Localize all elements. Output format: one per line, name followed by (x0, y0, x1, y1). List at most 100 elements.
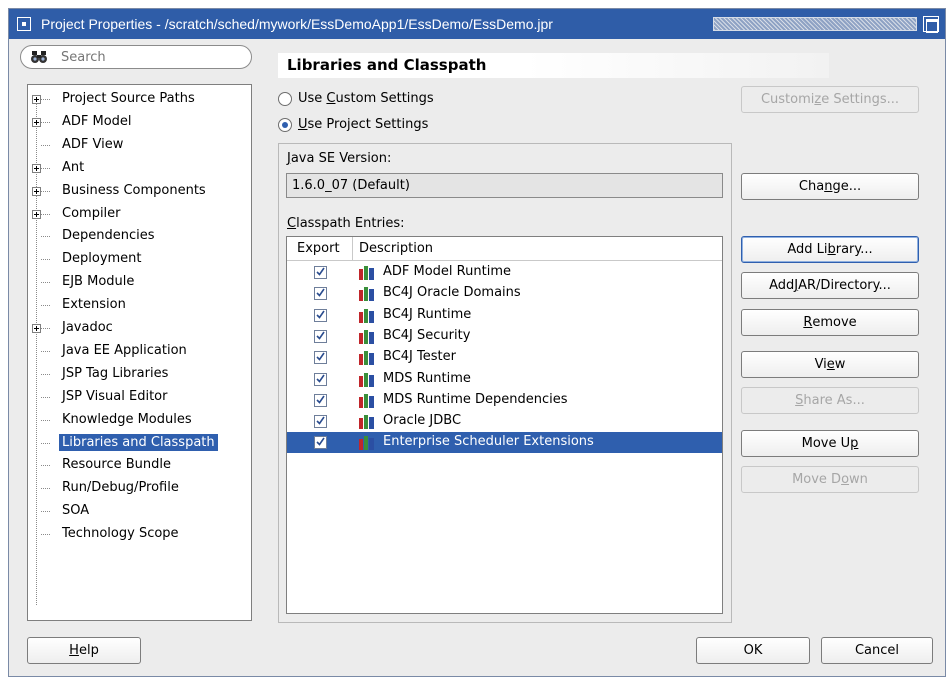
table-row[interactable]: BC4J Oracle Domains (287, 283, 722, 304)
tree-connector (41, 121, 50, 123)
table-row[interactable]: MDS Runtime Dependencies (287, 390, 722, 411)
tree-item-libraries-and-classpath[interactable]: Libraries and Classpath (28, 432, 251, 455)
change-button[interactable]: Cha n ge... (741, 173, 919, 200)
add-library-button[interactable]: Add Li b rary... (741, 236, 919, 263)
library-name: Oracle JDBC (383, 413, 462, 429)
java-se-version-field: 1.6.0_07 (Default) (286, 173, 723, 198)
export-checkbox[interactable] (314, 415, 327, 429)
classpath-entries-label: Classpath Entries: (287, 216, 405, 231)
tree-item-technology-scope[interactable]: Technology Scope (28, 523, 251, 546)
ok-button[interactable]: OK (696, 637, 810, 664)
tree-item-ejb-module[interactable]: EJB Module (28, 271, 251, 294)
tree-item-jsp-visual-editor[interactable]: JSP Visual Editor (28, 386, 251, 409)
share-as-button[interactable]: Share As... (741, 387, 919, 414)
title-bar[interactable]: Project Properties - /scratch/sched/mywo… (9, 9, 945, 39)
library-icon (359, 266, 375, 280)
library-name: MDS Runtime Dependencies (383, 391, 568, 407)
tree-item-javadoc[interactable]: Javadoc (28, 317, 251, 340)
table-row[interactable]: BC4J Security (287, 326, 722, 347)
tree-item-run-debug-profile[interactable]: Run/Debug/Profile (28, 477, 251, 500)
library-icon (359, 308, 375, 323)
library-name: MDS Runtime (383, 370, 471, 386)
tree-item-soa[interactable]: SOA (28, 500, 251, 523)
window-menu-icon[interactable] (17, 17, 31, 31)
tree-item-label: EJB Module (62, 274, 135, 290)
tree-item-ant[interactable]: Ant (28, 157, 251, 180)
tree-item-compiler[interactable]: Compiler (28, 203, 251, 226)
search-field[interactable] (20, 45, 252, 69)
table-row[interactable]: ADF Model Runtime (287, 262, 722, 283)
tree-item-label: ADF View (62, 136, 124, 152)
tree-item-label: Dependencies (62, 228, 155, 244)
table-row[interactable]: Enterprise Scheduler Extensions (287, 432, 722, 454)
table-row[interactable]: MDS Runtime (287, 369, 722, 390)
use-custom-settings-label: Use Custom Settings (298, 91, 434, 106)
export-checkbox[interactable] (314, 351, 327, 365)
tree-item-business-components[interactable]: Business Components (28, 180, 251, 203)
add-jar-directory-button[interactable]: Add J AR/Directory... (741, 272, 919, 299)
remove-button[interactable]: Remove (741, 309, 919, 336)
tree-connector (41, 350, 50, 352)
move-up-button[interactable]: Move Up (741, 430, 919, 457)
export-checkbox[interactable] (314, 266, 327, 279)
column-header-export[interactable]: Export (287, 237, 353, 260)
title-drag-area[interactable] (713, 17, 917, 31)
tree-item-label: JSP Tag Libraries (62, 365, 169, 381)
tree-item-label: Java EE Application (62, 342, 187, 358)
classpath-entries-table[interactable]: Export Description ADF Model Runtime BC4J… (286, 236, 723, 614)
table-row[interactable]: BC4J Runtime (287, 305, 722, 326)
window-title: Project Properties - /scratch/sched/mywo… (41, 16, 553, 32)
tree-item-extension[interactable]: Extension (28, 294, 251, 317)
search-input[interactable] (61, 49, 231, 65)
help-button[interactable]: Help (27, 637, 141, 664)
tree-item-deployment[interactable]: Deployment (28, 248, 251, 271)
table-row[interactable]: BC4J Tester (287, 347, 722, 368)
tree-item-java-ee-application[interactable]: Java EE Application (28, 340, 251, 363)
category-tree[interactable]: Project Source Paths ADF Model ADF View Ant… (27, 84, 252, 621)
cancel-button[interactable]: Cancel (821, 637, 933, 664)
export-checkbox[interactable] (314, 287, 327, 301)
tree-item-label: Libraries and Classpath (59, 433, 218, 451)
expand-icon[interactable] (32, 186, 41, 196)
radio-checked-icon (278, 117, 292, 132)
tree-item-jsp-tag-libraries[interactable]: JSP Tag Libraries (28, 363, 251, 386)
maximize-icon[interactable] (923, 16, 939, 33)
library-icon (359, 436, 375, 451)
view-button[interactable]: Vi e w (741, 351, 919, 378)
expand-icon[interactable] (32, 95, 41, 104)
table-row[interactable]: Oracle JDBC (287, 411, 722, 432)
tree-connector (41, 465, 50, 467)
tree-connector (41, 190, 50, 192)
tree-item-adf-view[interactable]: ADF View (28, 134, 251, 157)
tree-item-label: ADF Model (62, 113, 132, 129)
export-checkbox[interactable] (314, 329, 327, 343)
tree-item-dependencies[interactable]: Dependencies (28, 225, 251, 248)
tree-item-adf-model[interactable]: ADF Model (28, 111, 251, 134)
tree-connector (41, 99, 50, 100)
column-header-description[interactable]: Description (359, 237, 433, 260)
tree-item-label: SOA (62, 503, 90, 519)
customize-settings-button[interactable]: Customi z e Settings... (741, 86, 919, 113)
use-project-settings-radio[interactable]: Use Project Settings (278, 117, 428, 132)
tree-item-project-source-paths[interactable]: Project Source Paths (28, 88, 251, 111)
expand-icon[interactable] (32, 324, 41, 333)
tree-item-knowledge-modules[interactable]: Knowledge Modules (28, 409, 251, 432)
use-custom-settings-radio[interactable]: Use Custom Settings (278, 91, 434, 106)
export-checkbox[interactable] (314, 436, 327, 450)
tree-item-label: Technology Scope (62, 526, 179, 542)
expand-icon[interactable] (32, 209, 41, 219)
tree-connector (41, 328, 50, 329)
tree-connector (41, 442, 50, 444)
export-checkbox[interactable] (314, 393, 327, 407)
expand-icon[interactable] (32, 163, 41, 173)
tree-item-resource-bundle[interactable]: Resource Bundle (28, 454, 251, 477)
tree-item-label: Extension (62, 297, 126, 313)
tree-connector (41, 419, 50, 421)
move-down-button[interactable]: Move Do wn (741, 466, 919, 493)
export-checkbox[interactable] (314, 372, 327, 386)
tree-connector (41, 167, 50, 169)
use-project-settings-label: Use Project Settings (298, 117, 429, 132)
table-header: Export Description (287, 237, 722, 261)
export-checkbox[interactable] (314, 308, 327, 322)
expand-icon[interactable] (32, 117, 41, 127)
